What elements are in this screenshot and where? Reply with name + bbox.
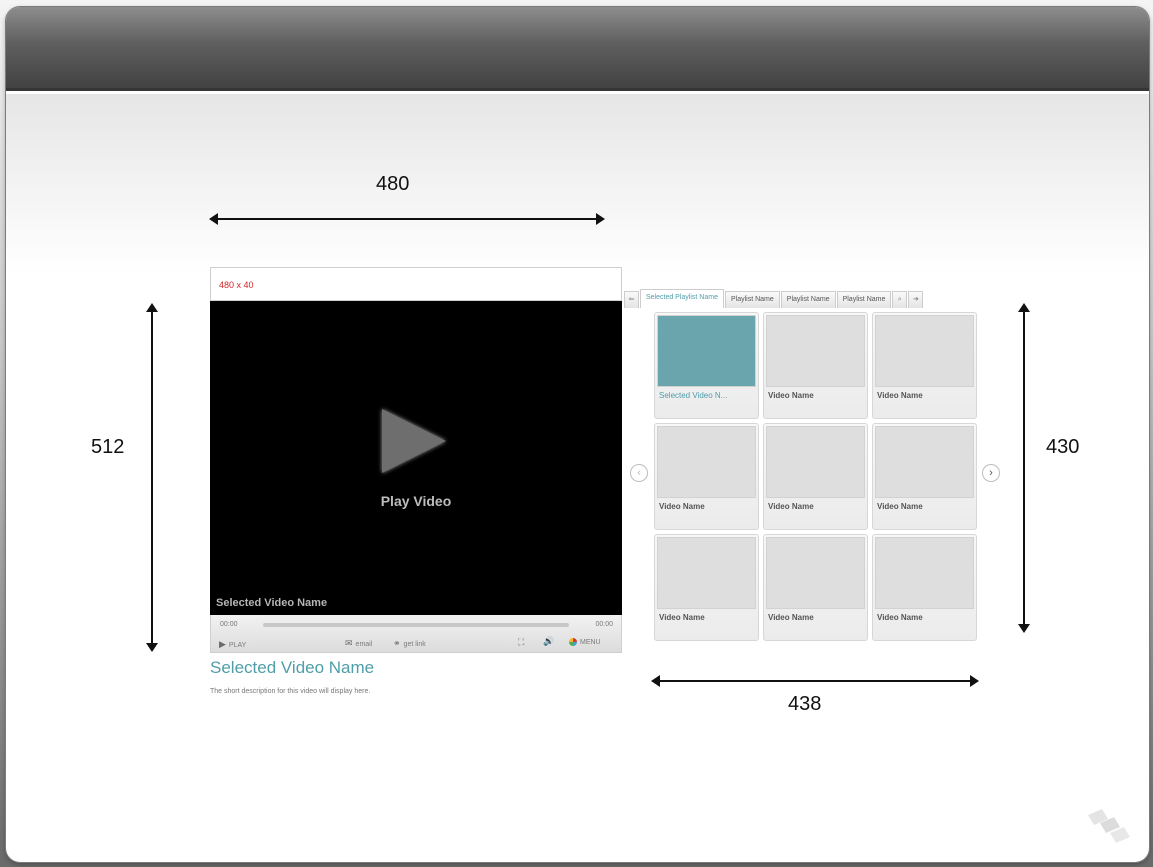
playlist-tabs: ⇐ Selected Playlist Name Playlist Name P…: [624, 289, 984, 308]
next-page-button[interactable]: ›: [982, 464, 1000, 482]
time-total: 00:00: [595, 621, 613, 628]
playlist-height-arrow: [1018, 303, 1030, 633]
overlay-video-name: Selected Video Name: [216, 597, 328, 609]
menu-button[interactable]: MENU: [569, 638, 601, 646]
player-height-arrow: [146, 303, 158, 652]
play-button[interactable]: ▶ PLAY: [219, 639, 246, 650]
video-title: Selected Video Name: [210, 658, 375, 677]
thumbnail-label: Video Name: [877, 502, 923, 511]
video-description: The short description for this video wil…: [210, 688, 371, 695]
video-thumbnail[interactable]: Video Name: [872, 312, 977, 419]
video-thumbnail[interactable]: Video Name: [763, 312, 868, 419]
video-thumbnail[interactable]: Video Name: [654, 423, 759, 530]
tabs-scroll-left-button[interactable]: ⇐: [624, 291, 639, 308]
seek-bar[interactable]: [263, 623, 569, 627]
previous-page-button[interactable]: ‹: [630, 464, 648, 482]
player-width-arrow: [209, 213, 605, 225]
get-link-button[interactable]: ⚭ get link: [393, 638, 426, 649]
logo-watermark-icon: [1088, 809, 1130, 843]
tabs-scroll-right-button[interactable]: ➜: [908, 291, 924, 308]
playlist-width-arrow: [651, 675, 979, 687]
video-screen[interactable]: Play Video Selected Video Name: [210, 301, 622, 615]
tab-selected-playlist[interactable]: Selected Playlist Name: [640, 289, 724, 308]
video-thumbnail[interactable]: Video Name: [763, 423, 868, 530]
width-dimension-label: 480: [376, 173, 410, 195]
tab-playlist[interactable]: Playlist Name: [780, 291, 836, 308]
thumbnail-image: [657, 315, 756, 387]
thumbnail-label: Selected Video N...: [659, 391, 728, 400]
thumbnail-label: Video Name: [768, 613, 814, 622]
time-current: 00:00: [220, 621, 238, 628]
playlist-panel: ⇐ Selected Playlist Name Playlist Name P…: [624, 284, 1009, 644]
thumbnail-label: Video Name: [659, 613, 705, 622]
player-controls: 00:00 00:00 ▶ PLAY ✉ email ⚭ get link ⛶ 🔊 M…: [210, 615, 622, 653]
tab-playlist[interactable]: Playlist Name: [836, 291, 892, 308]
playlist-width-label: 438: [788, 693, 822, 715]
thumbnail-image: [657, 426, 756, 498]
thumbnail-label: Video Name: [768, 391, 814, 400]
thumbnail-image: [657, 537, 756, 609]
video-thumbnail-grid: Selected Video N... Video Name Video Nam…: [654, 312, 977, 641]
email-button[interactable]: ✉ email: [345, 638, 372, 649]
thumbnail-image: [766, 537, 865, 609]
play-icon: ▶: [219, 639, 226, 649]
chevron-left-icon: ‹: [637, 467, 641, 479]
playlist-height-label: 430: [1046, 436, 1080, 458]
video-player: 480 x 40 Play Video Selected Video Name …: [210, 267, 622, 695]
tab-playlist[interactable]: Playlist Name: [724, 291, 780, 308]
envelope-icon: ✉: [345, 638, 353, 648]
play-video-caption[interactable]: Play Video: [210, 493, 622, 509]
search-icon[interactable]: ⌕: [892, 291, 908, 308]
fullscreen-icon[interactable]: ⛶: [518, 637, 524, 648]
video-thumbnail[interactable]: Video Name: [654, 534, 759, 641]
thumbnail-label: Video Name: [877, 613, 923, 622]
slide-background: [6, 94, 1149, 274]
play-video-icon[interactable]: [382, 409, 446, 473]
video-thumbnail[interactable]: Video Name: [872, 423, 977, 530]
video-thumbnail[interactable]: Video Name: [872, 534, 977, 641]
thumbnail-label: Video Name: [877, 391, 923, 400]
slide-header-bar: [6, 7, 1149, 91]
thumbnail-label: Video Name: [768, 502, 814, 511]
menu-label: MENU: [580, 638, 601, 646]
video-thumbnail[interactable]: Video Name: [763, 534, 868, 641]
email-label: email: [355, 641, 373, 648]
thumbnail-label: Video Name: [659, 502, 705, 511]
thumbnail-image: [875, 315, 974, 387]
ad-banner[interactable]: 480 x 40: [210, 267, 622, 301]
video-thumbnail[interactable]: Selected Video N...: [654, 312, 759, 419]
get-link-label: get link: [403, 641, 426, 648]
menu-icon: [569, 638, 577, 646]
play-label: PLAY: [228, 642, 247, 649]
chevron-right-icon: ›: [989, 467, 993, 479]
thumbnail-image: [875, 426, 974, 498]
thumbnail-image: [766, 315, 865, 387]
slide-frame: 480 512 430 438 480 x 40 Play Video Sele…: [6, 7, 1149, 862]
height-dimension-label: 512: [91, 436, 125, 458]
volume-icon[interactable]: 🔊: [543, 636, 554, 647]
thumbnail-image: [875, 537, 974, 609]
thumbnail-image: [766, 426, 865, 498]
link-icon: ⚭: [393, 638, 401, 648]
